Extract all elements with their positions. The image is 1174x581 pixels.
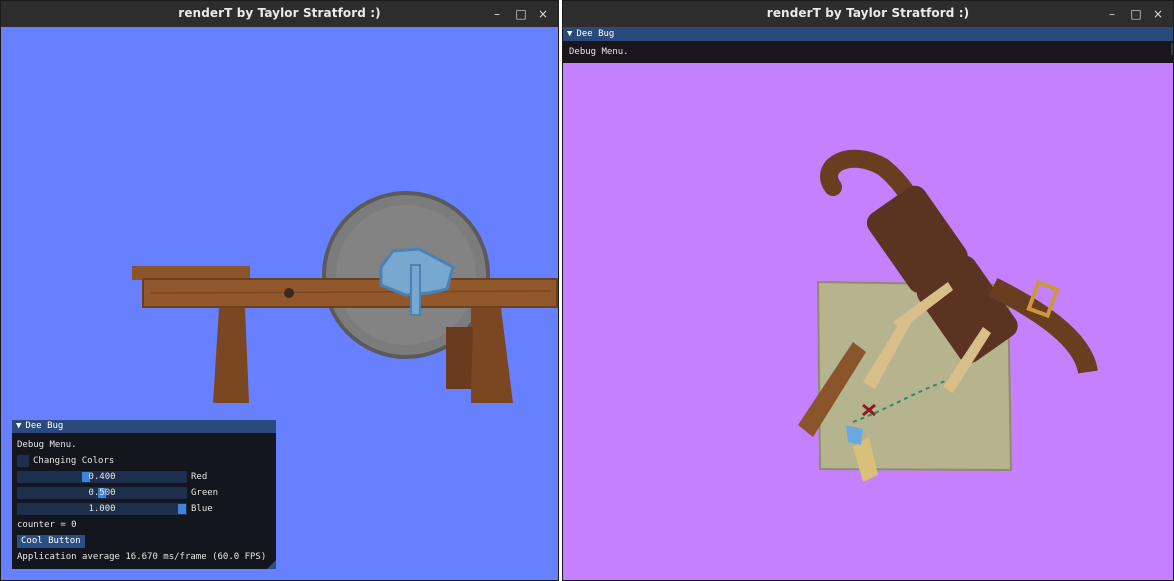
changing-colors-checkbox-row[interactable]: Changing Colors xyxy=(17,453,271,469)
debug-panel-body: Debug Menu. xyxy=(563,41,1173,63)
resize-grip-icon[interactable] xyxy=(267,560,276,569)
blue-slider[interactable]: 1.000 xyxy=(17,503,187,515)
debug-menu-text: Debug Menu. xyxy=(17,440,77,450)
render-window-left: renderT by Taylor Stratford :) – □ × ▼ D… xyxy=(0,0,559,581)
collapse-arrow-icon[interactable]: ▼ xyxy=(16,420,21,433)
red-slider[interactable]: 0.400 xyxy=(17,471,187,483)
red-slider-label: Red xyxy=(191,472,208,482)
cool-button[interactable]: Cool Button xyxy=(17,535,85,548)
minimize-icon[interactable]: – xyxy=(1103,5,1121,23)
collapse-arrow-icon[interactable]: ▼ xyxy=(567,27,572,41)
debug-panel[interactable]: ▼ Dee Bug Debug Menu. xyxy=(563,27,1173,63)
window-title: renderT by Taylor Stratford :) xyxy=(766,6,970,20)
debug-panel-header[interactable]: ▼ Dee Bug xyxy=(563,27,1173,41)
window-titlebar[interactable]: renderT by Taylor Stratford :) – □ × xyxy=(1,1,558,27)
green-slider-value: 0.500 xyxy=(88,488,116,498)
minimize-icon[interactable]: – xyxy=(488,5,506,23)
blue-slider-label: Blue xyxy=(191,504,213,514)
changing-colors-label: Changing Colors xyxy=(33,456,115,466)
render-viewport[interactable]: ▼ Dee Bug Debug Menu. xyxy=(563,27,1173,580)
debug-panel-title: Dee Bug xyxy=(25,421,64,431)
window-titlebar[interactable]: renderT by Taylor Stratford :) – □ × xyxy=(563,1,1173,27)
window-title: renderT by Taylor Stratford :) xyxy=(178,6,381,20)
counter-text: counter = 0 xyxy=(17,520,77,530)
debug-menu-text: Debug Menu. xyxy=(569,47,629,57)
maximize-icon[interactable]: □ xyxy=(512,5,530,23)
green-slider-label: Green xyxy=(191,488,219,498)
blue-slider-value: 1.000 xyxy=(88,504,116,514)
debug-panel-header[interactable]: ▼ Dee Bug xyxy=(12,420,276,433)
close-icon[interactable]: × xyxy=(1149,5,1167,23)
red-slider-value: 0.400 xyxy=(88,472,116,482)
close-icon[interactable]: × xyxy=(534,5,552,23)
green-slider[interactable]: 0.500 xyxy=(17,487,187,499)
scene-treasure-map xyxy=(798,149,1098,482)
maximize-icon[interactable]: □ xyxy=(1127,5,1145,23)
fps-text: Application average 16.670 ms/frame (60.… xyxy=(17,552,267,562)
changing-colors-checkbox[interactable] xyxy=(17,455,29,467)
debug-panel[interactable]: ▼ Dee Bug Debug Menu. Changing Colors 0.4… xyxy=(12,420,276,569)
render-window-right: renderT by Taylor Stratford :) – □ × ▼ D… xyxy=(562,0,1174,581)
debug-panel-title: Dee Bug xyxy=(576,29,615,39)
render-viewport[interactable]: ▼ Dee Bug Debug Menu. Changing Colors 0.4… xyxy=(1,27,558,580)
debug-panel-body: Debug Menu. Changing Colors 0.400 Red 0.… xyxy=(12,433,276,569)
